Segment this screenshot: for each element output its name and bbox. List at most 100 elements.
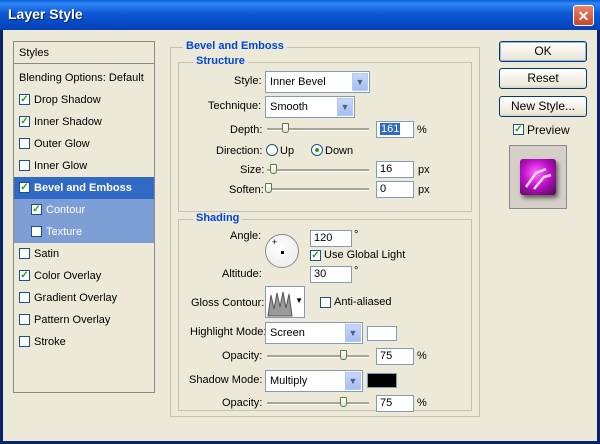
shadow-mode-select[interactable]: Multiply ▼: [265, 370, 363, 392]
list-item-outer-glow[interactable]: Outer Glow: [14, 133, 154, 155]
layer-style-dialog: Layer Style ✕ Styles Blending Options: D…: [0, 0, 600, 444]
list-item-satin[interactable]: Satin: [14, 243, 154, 265]
contour-preview-icon: [267, 291, 293, 317]
list-item-texture[interactable]: Texture: [14, 221, 154, 243]
depth-value: 161: [380, 123, 401, 135]
title-bar[interactable]: Layer Style ✕: [0, 0, 600, 30]
inner-glow-checkbox[interactable]: [19, 159, 30, 171]
chevron-down-icon[interactable]: ▼: [337, 98, 353, 116]
highlight-opacity-slider-thumb[interactable]: [340, 350, 347, 360]
list-item-drop-shadow[interactable]: ✓ Drop Shadow: [14, 89, 154, 111]
bevel-emboss-title: Bevel and Emboss: [183, 40, 287, 52]
direction-label: Direction:: [216, 145, 263, 157]
chevron-down-icon[interactable]: ▼: [345, 372, 361, 390]
size-input[interactable]: 16: [376, 161, 414, 178]
soften-slider-thumb[interactable]: [265, 183, 272, 193]
soften-input[interactable]: 0: [376, 181, 414, 198]
new-style-label: New Style...: [510, 99, 576, 113]
style-select[interactable]: Inner Bevel ▼: [265, 71, 370, 93]
list-item-contour[interactable]: ✓ Contour: [14, 199, 154, 221]
size-px: px: [418, 164, 430, 176]
pattern-overlay-checkbox[interactable]: [19, 313, 30, 325]
list-item-label: Stroke: [34, 336, 66, 348]
preview-label: Preview: [527, 123, 570, 137]
list-item-label: Satin: [34, 248, 60, 260]
use-global-light-checkbox[interactable]: ✓: [310, 250, 321, 261]
technique-select[interactable]: Smooth ▼: [265, 96, 355, 118]
shadow-opacity-percent: %: [417, 397, 427, 409]
contour-checkbox[interactable]: ✓: [31, 203, 42, 215]
angle-input[interactable]: 120: [310, 230, 352, 247]
anti-aliased-label: Anti-aliased: [334, 296, 392, 308]
list-item-inner-shadow[interactable]: ✓ Inner Shadow: [14, 111, 154, 133]
depth-slider-thumb[interactable]: [282, 123, 289, 133]
direction-down-radio[interactable]: [311, 144, 323, 156]
ok-button[interactable]: OK: [499, 41, 587, 62]
altitude-input[interactable]: 30: [310, 266, 352, 283]
texture-checkbox[interactable]: [31, 225, 42, 237]
direction-up-radio[interactable]: [266, 144, 278, 156]
highlight-mode-select[interactable]: Screen ▼: [265, 322, 363, 344]
close-button[interactable]: ✕: [573, 5, 594, 26]
size-label: Size:: [240, 164, 265, 176]
new-style-button[interactable]: New Style...: [499, 96, 587, 117]
list-item-gradient-overlay[interactable]: Gradient Overlay: [14, 287, 154, 309]
size-slider-thumb[interactable]: [270, 164, 277, 174]
angle-dial[interactable]: +: [265, 234, 299, 268]
stroke-checkbox[interactable]: [19, 335, 30, 347]
highlight-opacity-input[interactable]: 75: [376, 348, 414, 365]
style-select-value: Inner Bevel: [270, 76, 326, 88]
highlight-mode-value: Screen: [270, 327, 305, 339]
chevron-down-icon[interactable]: ▼: [352, 73, 368, 91]
preview-checkbox[interactable]: ✓: [513, 124, 524, 135]
shadow-opacity-value: 75: [380, 397, 393, 409]
list-item-bevel-and-emboss[interactable]: ✓ Bevel and Emboss: [14, 177, 154, 199]
list-item-label: Inner Glow: [34, 160, 88, 172]
inner-shadow-checkbox[interactable]: ✓: [19, 115, 30, 127]
style-preview: [509, 145, 567, 209]
gloss-contour-picker[interactable]: ▼: [265, 286, 305, 318]
shadow-mode-value: Multiply: [270, 375, 308, 387]
soften-slider-track[interactable]: [267, 188, 369, 191]
list-item-label: Pattern Overlay: [34, 314, 111, 326]
chevron-down-icon[interactable]: ▼: [345, 324, 361, 342]
bevel-emboss-checkbox[interactable]: ✓: [19, 181, 30, 193]
angle-degree: °: [354, 229, 359, 241]
outer-glow-checkbox[interactable]: [19, 137, 30, 149]
style-label: Style:: [234, 75, 262, 87]
list-item-label: Inner Shadow: [34, 116, 102, 128]
technique-label: Technique:: [208, 100, 262, 112]
reset-button[interactable]: Reset: [499, 68, 587, 89]
color-overlay-checkbox[interactable]: ✓: [19, 269, 30, 281]
gradient-overlay-checkbox[interactable]: [19, 291, 30, 303]
satin-checkbox[interactable]: [19, 247, 30, 259]
highlight-color-swatch[interactable]: [367, 326, 397, 341]
highlight-opacity-label: Opacity:: [222, 350, 263, 362]
size-slider-track[interactable]: [267, 169, 369, 172]
highlight-opacity-value: 75: [380, 350, 393, 362]
contour-dropdown-arrow-icon[interactable]: ▼: [295, 296, 303, 305]
shadow-opacity-input[interactable]: 75: [376, 395, 414, 412]
highlight-opacity-slider-track[interactable]: [267, 355, 369, 358]
structure-title: Structure: [193, 55, 248, 67]
depth-input[interactable]: 161: [376, 121, 414, 138]
list-item-label: Texture: [46, 226, 83, 238]
use-global-light-label: Use Global Light: [324, 249, 406, 261]
drop-shadow-checkbox[interactable]: ✓: [19, 93, 30, 105]
altitude-label: Altitude:: [222, 268, 262, 280]
list-item-pattern-overlay[interactable]: Pattern Overlay: [14, 309, 154, 331]
shadow-opacity-slider-track[interactable]: [267, 402, 369, 405]
list-item-label: Drop Shadow: [34, 94, 101, 106]
list-item-blending-options[interactable]: Blending Options: Default: [14, 67, 154, 89]
dialog-body: Styles Blending Options: Default ✓ Drop S…: [3, 30, 597, 441]
list-item-stroke[interactable]: Stroke: [14, 331, 154, 353]
list-item-color-overlay[interactable]: ✓ Color Overlay: [14, 265, 154, 287]
shadow-opacity-slider-thumb[interactable]: [340, 397, 347, 407]
soften-value: 0: [380, 183, 387, 195]
list-item-inner-glow[interactable]: Inner Glow: [14, 155, 154, 177]
shading-title: Shading: [193, 212, 243, 224]
anti-aliased-checkbox[interactable]: [320, 297, 331, 308]
soften-label: Soften:: [229, 184, 264, 196]
shadow-color-swatch[interactable]: [367, 373, 397, 388]
styles-header[interactable]: Styles: [14, 42, 154, 64]
